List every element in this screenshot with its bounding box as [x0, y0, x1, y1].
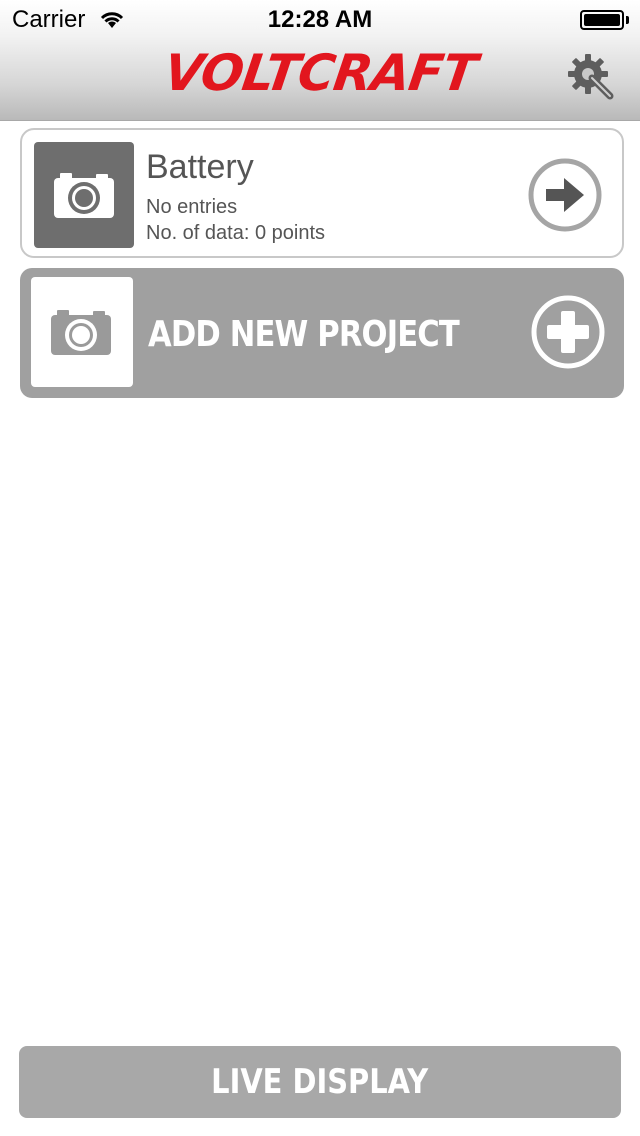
status-time: 12:28 AM: [267, 6, 373, 33]
add-project-thumbnail: [31, 277, 133, 387]
project-thumbnail: [34, 142, 134, 248]
camera-icon: [54, 173, 114, 218]
add-new-project-button[interactable]: ADD NEW PROJECT: [20, 268, 624, 398]
app-header: Carrier 12:28 AM VOLTCRAFT: [0, 0, 640, 121]
arrow-right-circle-icon[interactable]: [528, 158, 602, 232]
live-display-label: LIVE DISPLAY: [211, 1062, 429, 1102]
project-entries: No entries: [146, 196, 238, 218]
status-bar: Carrier 12:28 AM: [0, 0, 640, 40]
project-data-points: No. of data: 0 points: [146, 222, 326, 244]
project-card-battery[interactable]: Battery No entries No. of data: 0 points: [20, 128, 624, 258]
project-title: Battery: [146, 148, 254, 186]
voltcraft-logo: VOLTCRAFT: [160, 44, 480, 102]
gear-wrench-icon[interactable]: [566, 52, 616, 102]
live-display-button[interactable]: LIVE DISPLAY: [19, 1046, 621, 1118]
camera-icon: [51, 310, 111, 355]
add-new-project-label: ADD NEW PROJECT: [148, 314, 460, 355]
battery-icon: [580, 10, 624, 30]
plus-circle-icon[interactable]: [530, 294, 606, 370]
battery-tip: [626, 16, 629, 24]
